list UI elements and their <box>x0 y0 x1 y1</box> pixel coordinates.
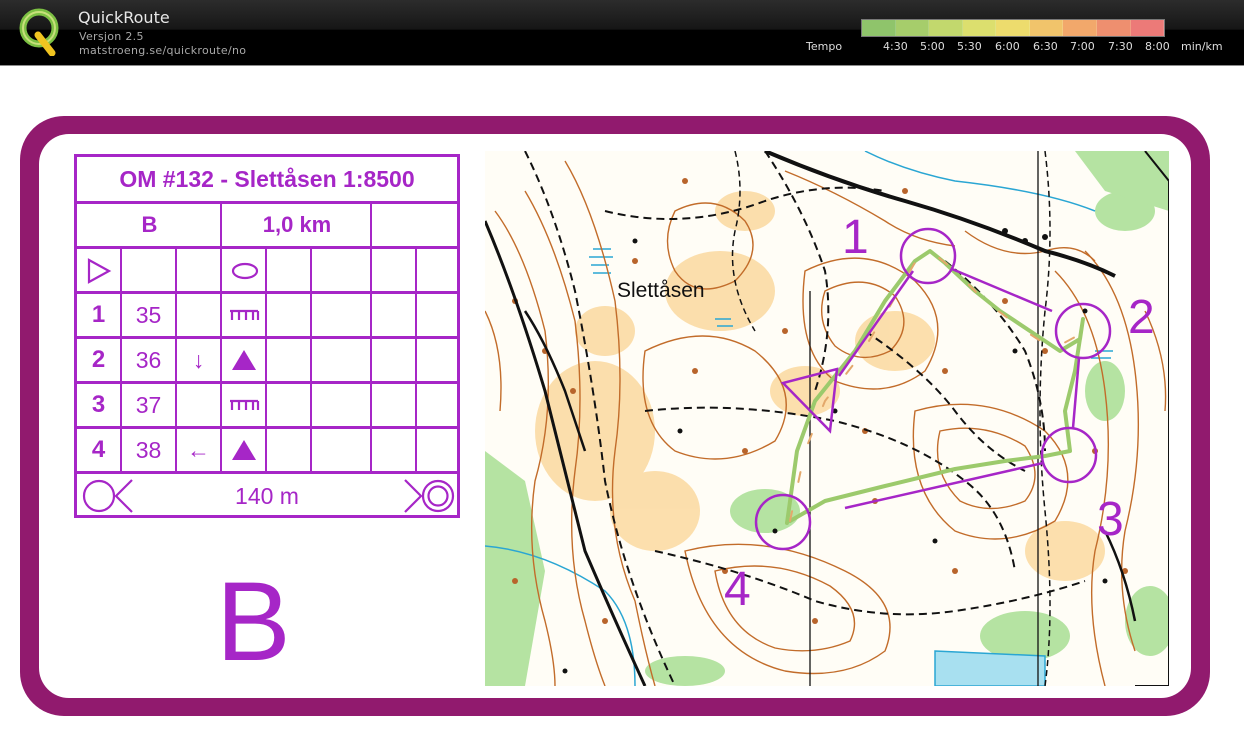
boulder-triangle-icon <box>222 429 265 471</box>
tempo-color-swatch <box>929 20 963 36</box>
tempo-unit: min/km <box>1181 40 1223 53</box>
app-header: QuickRoute Versjon 2.5 matstroeng.se/qui… <box>0 0 1244 65</box>
control-number: 1 <box>91 301 106 328</box>
description-distance: 1,0 km <box>262 212 332 237</box>
finish-distance: 140 m <box>235 482 299 509</box>
clearing-oval-icon <box>231 262 259 280</box>
control-code: 37 <box>135 391 162 418</box>
app-url[interactable]: matstroeng.se/quickroute/no <box>79 44 246 57</box>
start-triangle-icon <box>87 258 112 284</box>
control-label-1: 1 <box>842 211 869 264</box>
description-control-row: 2 36 ↓ <box>77 339 457 384</box>
tempo-tick-label: 6:30 <box>1033 40 1058 53</box>
place-name: Slettåsen <box>617 279 705 302</box>
tempo-tick-label: 5:00 <box>920 40 945 53</box>
control-direction <box>177 294 220 336</box>
description-class: B <box>141 212 158 237</box>
rootstock-icon <box>222 294 265 336</box>
app-title: QuickRoute <box>78 8 170 27</box>
header-divider <box>0 65 1244 66</box>
tempo-color-swatch <box>1096 20 1131 36</box>
control-code: 36 <box>135 346 162 373</box>
tempo-tick-label: 5:30 <box>957 40 982 53</box>
finish-start-circle-icon <box>82 479 133 513</box>
tempo-tick-label: 8:00 <box>1145 40 1170 53</box>
tempo-tick-label: 4:30 <box>883 40 908 53</box>
control-number: 4 <box>91 436 106 463</box>
orienteering-map[interactable]: Slettåsen 1 2 3 4 <box>485 151 1169 686</box>
tempo-color-swatch <box>962 20 997 36</box>
control-number: 3 <box>91 391 106 418</box>
map-graphics <box>485 151 1169 686</box>
tempo-tick-label: 7:30 <box>1108 40 1133 53</box>
control-label-4: 4 <box>724 563 751 616</box>
rootstock-icon <box>222 384 265 426</box>
tempo-color-swatch <box>1029 20 1064 36</box>
control-number: 2 <box>91 346 106 373</box>
tempo-label: Tempo <box>806 40 843 53</box>
tempo-tick-label: 6:00 <box>995 40 1020 53</box>
app-version: Versjon 2.5 <box>79 30 144 43</box>
description-class-row: B 1,0 km <box>77 204 457 249</box>
description-control-row: 3 37 <box>77 384 457 429</box>
control-code: 38 <box>135 436 162 463</box>
tempo-color-swatch <box>895 20 930 36</box>
control-direction <box>177 384 220 426</box>
course-leg-2 <box>951 267 1053 313</box>
control-label-2: 2 <box>1128 291 1155 344</box>
boulder-triangle-icon <box>222 339 265 381</box>
tempo-color-legend <box>861 19 1165 37</box>
control-description-table: OM #132 - Slettåsen 1:8500 B 1,0 km 140 … <box>74 154 460 518</box>
control-direction: ← <box>187 436 210 463</box>
description-finish-row: 140 m <box>77 474 457 518</box>
description-control-row: 1 35 <box>77 294 457 339</box>
tempo-color-swatch <box>1130 20 1165 36</box>
control-code: 35 <box>135 301 162 328</box>
tempo-color-swatch <box>862 20 896 36</box>
tempo-color-swatch <box>996 20 1030 36</box>
description-start-row <box>77 249 457 294</box>
quickroute-logo-icon <box>19 8 59 56</box>
control-circle-1 <box>899 227 957 285</box>
description-title: OM #132 - Slettåsen 1:8500 <box>119 165 415 192</box>
control-label-3: 3 <box>1097 493 1124 546</box>
tempo-color-swatch <box>1063 20 1097 36</box>
control-direction: ↓ <box>192 346 205 373</box>
course-letter: B <box>216 559 291 684</box>
tempo-tick-label: 7:00 <box>1070 40 1095 53</box>
finish-double-circle-icon <box>404 479 455 513</box>
description-title-row: OM #132 - Slettåsen 1:8500 <box>77 157 457 204</box>
description-control-row: 4 38 ← <box>77 429 457 474</box>
